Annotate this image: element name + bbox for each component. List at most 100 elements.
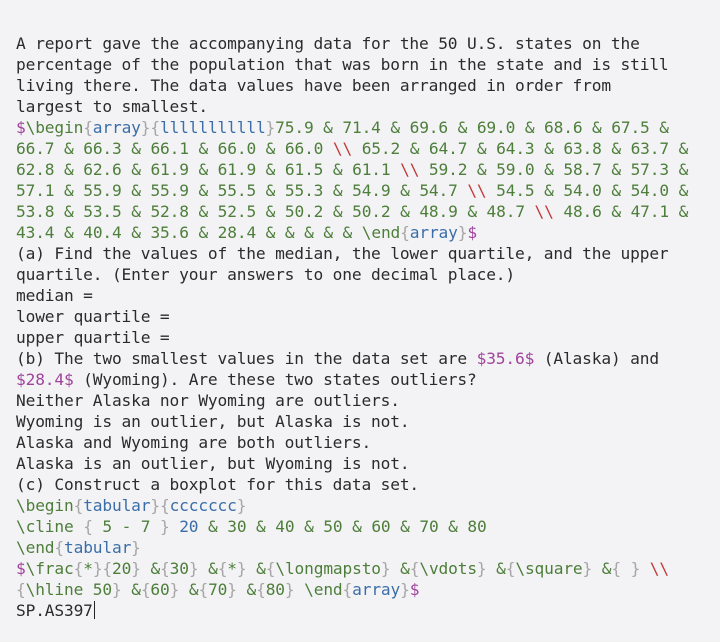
array-cell: 48.6 xyxy=(563,202,602,221)
cell-separator: & xyxy=(64,223,74,242)
array-cell: 55.3 xyxy=(284,181,324,200)
cell-separator: & xyxy=(342,223,353,242)
alaska-value: $35.6$ xyxy=(476,349,535,368)
cell-separator: & xyxy=(678,139,689,158)
cell-separator: & xyxy=(601,559,612,578)
brace: { xyxy=(83,118,93,137)
array-cell: \vdots xyxy=(419,559,477,578)
array-cell: 66.3 xyxy=(83,139,122,158)
brace: { xyxy=(611,559,621,578)
array-cell: 66.0 xyxy=(217,139,257,158)
axis-value: 50 xyxy=(323,517,343,536)
array-cell: 63.8 xyxy=(563,139,602,158)
cell-separator: & xyxy=(64,202,74,221)
cell-separator: & xyxy=(265,160,276,179)
array-cell: 71.4 xyxy=(342,118,381,137)
array-cell: 59.2 xyxy=(428,160,468,179)
brace: { xyxy=(198,580,209,599)
brace: { xyxy=(217,559,228,578)
array-cell: 28.4 xyxy=(217,223,257,242)
cell-separator: & xyxy=(150,559,161,578)
brace: } xyxy=(630,559,641,578)
array-cell: 54.0 xyxy=(563,181,602,200)
footer-code-line: SP.AS397 xyxy=(16,600,716,621)
brace: } xyxy=(476,559,487,578)
array-cell: 54.7 xyxy=(419,181,458,200)
array-cell: 61.1 xyxy=(352,160,391,179)
frac-numerator: * xyxy=(83,559,93,578)
array-cell: 64.3 xyxy=(496,139,535,158)
cell-separator: & xyxy=(611,139,621,158)
env-name: array xyxy=(409,223,458,242)
array-cell: 75.9 xyxy=(275,118,314,137)
array-cell: 40.4 xyxy=(83,223,122,242)
cell-separator: & xyxy=(131,160,141,179)
cell-separator: & xyxy=(131,580,141,599)
end-command: \end xyxy=(361,223,401,242)
cell-separator: & xyxy=(208,559,218,578)
brace: } xyxy=(131,559,141,578)
intro-line-4: largest to smallest. xyxy=(16,97,208,116)
lower-quartile-label: lower quartile = xyxy=(16,307,170,326)
array-cell: 69.0 xyxy=(476,118,516,137)
cell-separator: & xyxy=(524,118,535,137)
frac-denominator: 20 xyxy=(112,559,132,578)
cell-separator: & xyxy=(131,202,141,221)
cell-separator: & xyxy=(678,160,689,179)
array-cell: 59.0 xyxy=(496,160,535,179)
option-neither-outliers[interactable]: Neither Alaska nor Wyoming are outliers. xyxy=(16,390,716,411)
array-cell: 48.9 xyxy=(419,202,458,221)
intro-line-3: living there. The data values have been … xyxy=(16,76,611,95)
array-cell: 52.8 xyxy=(150,202,189,221)
brace: } xyxy=(159,517,170,536)
end-command: \end xyxy=(16,538,55,557)
cline-row: \cline { 5 - 7 } 20 & 30 & 40 & 50 & 60 … xyxy=(16,516,716,537)
brace: } xyxy=(169,580,180,599)
cell-separator: & xyxy=(332,181,343,200)
array-cell: 66.1 xyxy=(150,139,189,158)
cell-separator: & xyxy=(611,202,621,221)
median-label: median = xyxy=(16,286,93,305)
cell-separator: & xyxy=(198,139,209,158)
brace: { xyxy=(160,559,170,578)
brace: { xyxy=(342,580,353,599)
array-cell: 50.2 xyxy=(352,202,391,221)
cell-separator: & xyxy=(457,118,468,137)
array-cell: 68.6 xyxy=(544,118,583,137)
brace: } xyxy=(131,538,141,557)
array-cell: 69.6 xyxy=(409,118,449,137)
cell-separator: & xyxy=(323,118,333,137)
cell-separator: & xyxy=(131,223,141,242)
text-editor[interactable]: A report gave the accompanying data for … xyxy=(16,12,716,642)
brace: { xyxy=(73,559,84,578)
brace: { xyxy=(505,559,516,578)
cell-separator: & xyxy=(592,118,602,137)
brace: }{ xyxy=(150,496,170,515)
array-cell: 62.6 xyxy=(83,160,122,179)
begin-command: \begin xyxy=(16,496,74,515)
option-both-outliers[interactable]: Alaska and Wyoming are both outliers. xyxy=(16,432,716,453)
cell-separator: & xyxy=(131,181,141,200)
cell-separator: & xyxy=(304,223,314,242)
option-alaska-outlier[interactable]: Alaska is an outlier, but Wyoming is not… xyxy=(16,453,716,474)
part-b-prompt: (b) The two smallest values in the data … xyxy=(16,348,716,390)
brace: } xyxy=(380,559,391,578)
array-cell: 65.2 xyxy=(361,139,401,158)
array-cell: 54.9 xyxy=(352,181,391,200)
array-cell: 54.5 xyxy=(496,181,535,200)
cell-separator: & xyxy=(208,517,218,536)
brace: } xyxy=(188,559,199,578)
array-cell: 61.9 xyxy=(150,160,189,179)
frac-command: \frac xyxy=(25,559,74,578)
hline-value: 50 xyxy=(83,580,112,599)
cell-separator: & xyxy=(256,559,266,578)
cell-separator: & xyxy=(304,517,314,536)
math-delimiter-close: $ xyxy=(467,223,477,242)
array-cell: 66.7 xyxy=(16,139,55,158)
array-cell: * xyxy=(227,559,237,578)
cell-separator: & xyxy=(476,160,487,179)
cell-separator: & xyxy=(323,223,333,242)
column-spec: lllllllllll xyxy=(159,118,266,137)
option-wyoming-outlier[interactable]: Wyoming is an outlier, but Alaska is not… xyxy=(16,411,716,432)
hline-command: \hline xyxy=(25,580,84,599)
